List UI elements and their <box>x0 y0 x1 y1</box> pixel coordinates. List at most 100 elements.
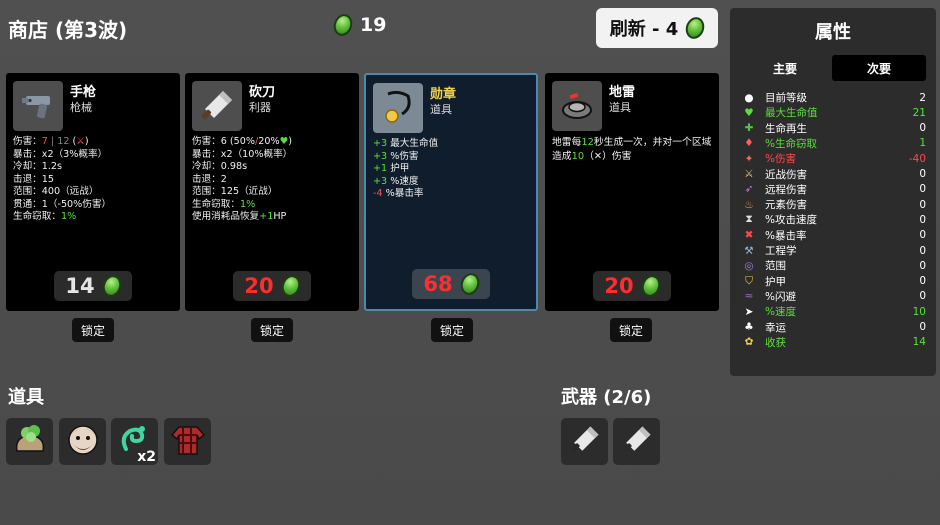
stat-row[interactable]: ≈ %闪避 0 <box>742 289 926 304</box>
weapon-slot[interactable] <box>561 418 608 465</box>
stat-text: %伤害 <box>387 150 419 162</box>
item-name: 砍刀 <box>249 85 276 100</box>
stat-name: %闪避 <box>765 290 796 303</box>
stat-name: 收获 <box>765 336 786 349</box>
item-stats: 地雷每12秒生成一次，并对一个区域 造成10（✕）伤害 <box>552 136 715 164</box>
stat-row[interactable]: ➶ 远程伤害 0 <box>742 182 926 197</box>
stat-text: ✕ <box>593 151 603 162</box>
inventory-item-slot[interactable]: x2 <box>111 418 158 465</box>
stat-text: 最大生命值 <box>387 138 439 149</box>
item-quantity: x2 <box>137 449 156 465</box>
stat-row[interactable]: ♨ 元素伤害 0 <box>742 197 926 212</box>
stat-row[interactable]: ✿ 收获 14 <box>742 335 926 350</box>
reroll-button[interactable]: 刷新 - 4 <box>596 8 718 48</box>
lock-button[interactable]: 锁定 <box>72 318 114 342</box>
stat-line: 暴击：x2（10%概率） <box>192 149 355 162</box>
stat-row[interactable]: ✖ %暴击率 0 <box>742 228 926 243</box>
stat-text: -4 <box>373 188 383 199</box>
shop-item-card[interactable]: 地雷 道具 地雷每12秒生成一次，并对一个区域 造成10（✕）伤害 20 <box>545 73 719 311</box>
stat-row[interactable]: ➤ %速度 10 <box>742 304 926 319</box>
shop-item-card[interactable]: 手枪 枪械 伤害：7 | 12 (⚔) 暴击：x2（3%概率） 冷却：1.2s 击退：… <box>6 73 180 311</box>
stat-value: 2 <box>919 91 926 104</box>
stat-text: +3 <box>373 150 388 162</box>
stat-line: -4 %暴击率 <box>373 188 532 201</box>
stat-text: HP <box>273 211 287 222</box>
stat-row[interactable]: ✦ %伤害 -40 <box>742 151 926 166</box>
stat-name: 幸运 <box>765 321 786 334</box>
stat-row[interactable]: ♥ 最大生命值 21 <box>742 105 926 120</box>
stat-line: 伤害：6 (50%/20%♥) <box>192 136 355 149</box>
lock-button[interactable]: 锁定 <box>251 318 293 342</box>
items-section-title: 道具 <box>8 387 44 408</box>
stat-text: 伤害： <box>13 136 42 147</box>
melee-icon: ⚔ <box>744 168 754 180</box>
stats-panel: 属性 主要 次要 ● 目前等级 2 ♥ 最大生命值 21 ✚ 生命再生 0 ♦ %生命窃取 1 ✦ %伤害… <box>730 8 936 376</box>
stat-row[interactable]: ⚔ 近战伤害 0 <box>742 167 926 182</box>
stat-row[interactable]: ◎ 范围 0 <box>742 258 926 273</box>
stat-text: 护甲 <box>387 163 410 174</box>
buy-price-button[interactable]: 14 <box>54 271 132 301</box>
shop-title: 商店 (第3波) <box>8 18 128 42</box>
item-name: 手枪 <box>70 85 97 100</box>
stat-line: 冷却：1.2s <box>13 161 176 174</box>
material-icon <box>683 14 708 42</box>
stat-line: 范围：400（远战） <box>13 186 176 199</box>
lock-button[interactable]: 锁定 <box>431 318 473 342</box>
stat-text: | 12 <box>47 136 70 147</box>
stat-name: %暴击率 <box>765 229 807 242</box>
stat-row[interactable]: ✚ 生命再生 0 <box>742 121 926 136</box>
stat-line: 生命窃取：1% <box>192 199 355 212</box>
stat-value: 0 <box>919 244 926 257</box>
shop-item-card[interactable]: 砍刀 利器 伤害：6 (50%/20%♥) 暴击：x2（10%概率） 冷却：0.98… <box>185 73 359 311</box>
stat-line: 击退：2 <box>192 174 355 187</box>
stat-text: 1% <box>60 211 77 222</box>
stat-text: 秒生成一次，并对一个区域 <box>593 137 712 148</box>
stat-row[interactable]: ● 目前等级 2 <box>742 90 926 105</box>
harvest-icon: ✿ <box>744 336 754 349</box>
lock-button[interactable]: 锁定 <box>610 318 652 342</box>
stat-value: 1 <box>919 137 926 150</box>
item-name: 地雷 <box>609 85 636 100</box>
tab-secondary[interactable]: 次要 <box>832 55 926 81</box>
stat-text: +1 <box>259 211 274 222</box>
item-category: 道具 <box>609 101 631 114</box>
stat-value: 0 <box>919 198 926 211</box>
inventory-item-slot[interactable] <box>59 418 106 465</box>
stat-text: +3 <box>373 138 388 149</box>
inventory-item-slot[interactable] <box>164 418 211 465</box>
shop-item-card-selected[interactable]: 勋章 道具 +3 最大生命值 +3 %伤害 +1 护甲 +3 %速度 -4 %暴击率 6… <box>364 73 538 311</box>
stat-value: 0 <box>919 168 926 180</box>
buy-price-button[interactable]: 20 <box>233 271 311 301</box>
stat-text: 击退：2 <box>192 173 227 185</box>
stat-text: 1% <box>239 198 256 210</box>
buy-price-button[interactable]: 68 <box>412 269 490 299</box>
stat-line: 伤害：7 | 12 (⚔) <box>13 136 176 149</box>
stat-text: 范围：400（远战） <box>13 186 99 197</box>
weapon-slot[interactable] <box>613 418 660 465</box>
lifesteal-icon: ♦ <box>744 137 754 150</box>
bearded-face-icon <box>64 421 102 463</box>
stat-line: 贯通：1（-50%伤害） <box>13 199 176 212</box>
buy-price-button[interactable]: 20 <box>593 271 671 301</box>
stat-name: 范围 <box>765 260 786 273</box>
tab-primary[interactable]: 主要 <box>738 55 832 81</box>
stat-value: 14 <box>912 336 926 349</box>
stat-row[interactable]: ♣ 幸运 0 <box>742 320 926 335</box>
cleaver-icon <box>619 422 655 462</box>
inventory-item-slot[interactable] <box>6 418 53 465</box>
stat-row[interactable]: ⚒ 工程学 0 <box>742 243 926 258</box>
item-stats: +3 最大生命值 +3 %伤害 +1 护甲 +3 %速度 -4 %暴击率 <box>373 138 532 201</box>
stat-line: +3 %伤害 <box>373 151 532 164</box>
stat-value: 0 <box>919 290 926 303</box>
stat-row[interactable]: ⛉ 护甲 0 <box>742 274 926 289</box>
stat-row[interactable]: ⧗ %攻击速度 0 <box>742 212 926 227</box>
level-icon: ● <box>744 91 754 104</box>
item-category: 枪械 <box>70 101 92 114</box>
stat-row[interactable]: ♦ %生命窃取 1 <box>742 136 926 151</box>
stat-name: 远程伤害 <box>765 183 807 196</box>
stat-value: 0 <box>919 183 926 196</box>
stat-text: 伤害：6 (50% <box>192 136 256 147</box>
stat-text: ⚔ <box>76 136 85 147</box>
stat-line: 使用消耗品恢复+1HP <box>192 211 355 224</box>
item-name: 勋章 <box>430 87 457 102</box>
